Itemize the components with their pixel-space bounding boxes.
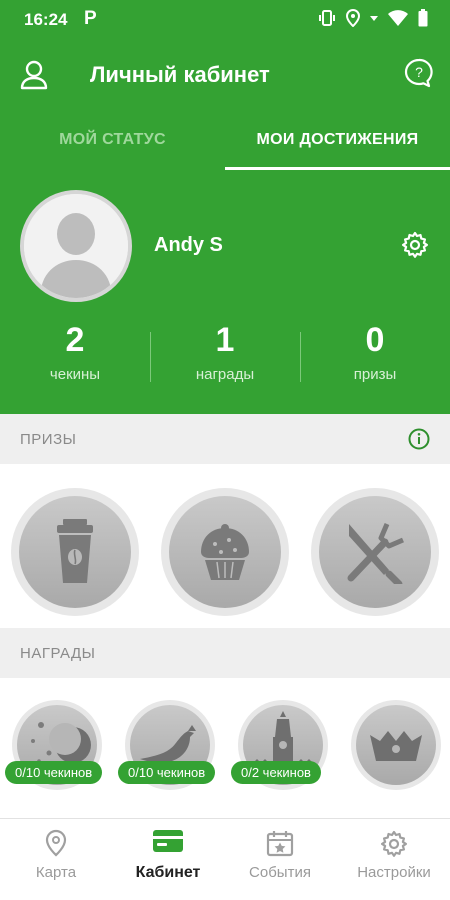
nav-cabinet[interactable]: Кабинет [112,819,224,900]
awards-section-title: НАГРАДЫ [20,645,96,662]
page-title: Личный кабинет [90,62,270,87]
status-time: 16:24 [24,10,68,29]
avatar[interactable] [20,190,132,302]
award-crown-badge [356,705,436,785]
crown-icon [370,731,422,761]
stat-prizes: 0 призы [300,320,450,383]
battery-icon [418,9,428,27]
stat-awards: 1 награды [150,320,300,383]
nav-settings[interactable]: Настройки [338,819,450,900]
nav-settings-label: Настройки [357,864,431,881]
prizes-section-title: ПРИЗЫ [20,431,77,448]
nav-events[interactable]: События [224,819,336,900]
award-crown[interactable] [351,700,441,790]
status-bar: 16:24 P [0,0,450,40]
tab-bar: МОЙ СТАТУС МОИ ДОСТИЖЕНИЯ [0,112,450,170]
app-notification-icon: P [84,8,97,29]
award-progress-pill: 0/2 чекинов [231,761,321,784]
nav-events-label: События [249,864,311,881]
stat-awards-label: награды [195,366,255,383]
prize-coffee[interactable] [11,488,139,616]
stat-prizes-value: 0 [365,321,385,359]
vibrate-icon [319,10,335,26]
cupcake-icon [201,524,249,580]
prize-coffee-badge [19,496,131,608]
stat-checkins-label: чекины [49,366,101,383]
fork-knife-icon [347,523,404,584]
data-arrow-icon [370,16,378,21]
prize-meal-badge [319,496,431,608]
stat-prizes-label: призы [353,366,397,383]
username: Andy S [154,234,223,256]
help-icon[interactable]: ? [404,58,434,88]
profile-card: Andy S 2 чекины 1 награды 0 призы [0,170,450,414]
location-icon [346,9,360,27]
stat-checkins-value: 2 [65,321,85,359]
tab-my-achievements[interactable]: МОИ ДОСТИЖЕНИЯ [225,112,450,170]
wifi-icon [388,10,408,26]
stats-row: 2 чекины 1 награды 0 призы [0,320,450,390]
avatar-placeholder-icon [24,194,128,298]
coffee-cup-icon [57,519,93,583]
prize-cupcake-badge [169,496,281,608]
system-icons [318,9,428,27]
nav-cabinet-label: Кабинет [135,864,201,881]
profile-settings-icon[interactable] [400,230,430,260]
map-pin-icon [45,829,67,857]
nav-map[interactable]: Карта [0,819,112,900]
gear-icon [381,830,407,857]
wallet-icon [153,830,183,852]
bottom-navigation: Карта Кабинет События Настройки [0,818,450,900]
app-bar: Личный кабинет ? [0,40,450,112]
award-progress-pill: 0/10 чекинов [118,761,216,784]
nav-map-label: Карта [35,864,77,881]
tab-my-status[interactable]: МОЙ СТАТУС [0,112,225,170]
prize-meal[interactable] [311,488,439,616]
user-icon[interactable] [20,60,48,90]
prize-cupcake[interactable] [161,488,289,616]
stat-awards-value: 1 [215,321,235,359]
info-icon[interactable] [408,428,430,450]
calendar-icon [266,831,294,857]
prizes-section-header: ПРИЗЫ [0,414,450,464]
stat-checkins: 2 чекины [0,320,150,383]
svg-text:?: ? [415,64,423,80]
award-progress-pill: 0/10 чекинов [5,761,103,784]
awards-section-header: НАГРАДЫ [0,628,450,678]
